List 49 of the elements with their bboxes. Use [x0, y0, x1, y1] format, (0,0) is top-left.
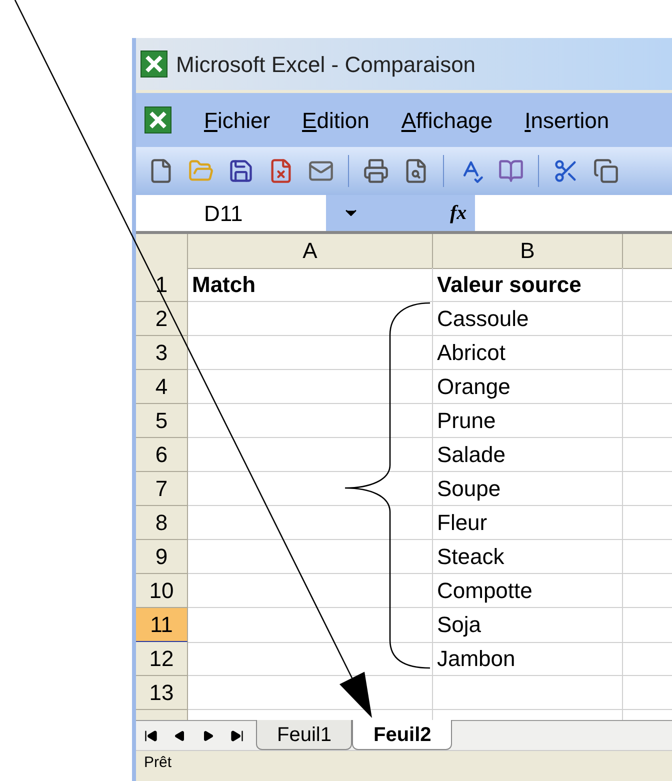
excel-icon [140, 50, 168, 78]
row-header[interactable]: 10 [136, 574, 188, 608]
table-cell: Compotte [433, 574, 623, 608]
cut-icon[interactable] [553, 158, 579, 184]
row-header[interactable]: 4 [136, 370, 188, 404]
table-cell: Cassoule [433, 302, 623, 336]
corner-cell[interactable] [136, 234, 188, 269]
menu-item[interactable]: Affichage [401, 104, 493, 136]
table-cell: Jambon [433, 642, 623, 676]
first-sheet-icon[interactable] [144, 728, 158, 742]
row-header[interactable]: 11 [136, 608, 188, 643]
row-header[interactable]: 7 [136, 472, 188, 506]
row-header[interactable]: 8 [136, 506, 188, 540]
table-cell: Soupe [433, 472, 623, 506]
menu-item[interactable]: Insertion [524, 104, 610, 136]
print-icon[interactable] [363, 158, 389, 184]
row-header[interactable]: 2 [136, 302, 188, 336]
table-cell: Match [188, 268, 433, 302]
table-cell: Abricot [433, 336, 623, 370]
table-cell: Salade [433, 438, 623, 472]
row-header[interactable]: 6 [136, 438, 188, 472]
status-text: Prêt [144, 754, 172, 771]
column-header[interactable]: B [433, 234, 623, 269]
row-header[interactable]: 9 [136, 540, 188, 574]
table-cell: Fleur [433, 506, 623, 540]
row-header[interactable]: 13 [136, 676, 188, 710]
menu-item[interactable]: Fichier [204, 104, 270, 136]
function-icon[interactable]: fx [450, 198, 467, 228]
next-sheet-icon[interactable] [202, 730, 214, 742]
row-header[interactable]: 3 [136, 336, 188, 370]
table-cell: Soja [433, 608, 623, 643]
formula-field[interactable] [474, 195, 672, 231]
menu-item[interactable]: Edition [302, 104, 370, 136]
table-cell: Valeur source [433, 268, 623, 302]
window-title: Microsoft Excel - Comparaison [176, 50, 476, 79]
row-header[interactable]: 12 [136, 642, 188, 676]
table-cell: Steack [433, 540, 623, 574]
table-cell: Orange [433, 370, 623, 404]
last-sheet-icon[interactable] [230, 728, 244, 742]
row-header[interactable]: 1 [136, 268, 188, 302]
column-header[interactable]: A [188, 234, 433, 269]
save-icon[interactable] [228, 158, 254, 184]
sheet-tab[interactable]: Feuil1 [256, 720, 352, 750]
name-box[interactable]: D11 [136, 195, 326, 231]
copy-icon[interactable] [593, 158, 619, 184]
row-header[interactable]: 5 [136, 404, 188, 438]
table-cell: Prune [433, 404, 623, 438]
sheet-tab[interactable]: Feuil2 [352, 720, 452, 750]
previous-sheet-icon[interactable] [174, 730, 186, 742]
